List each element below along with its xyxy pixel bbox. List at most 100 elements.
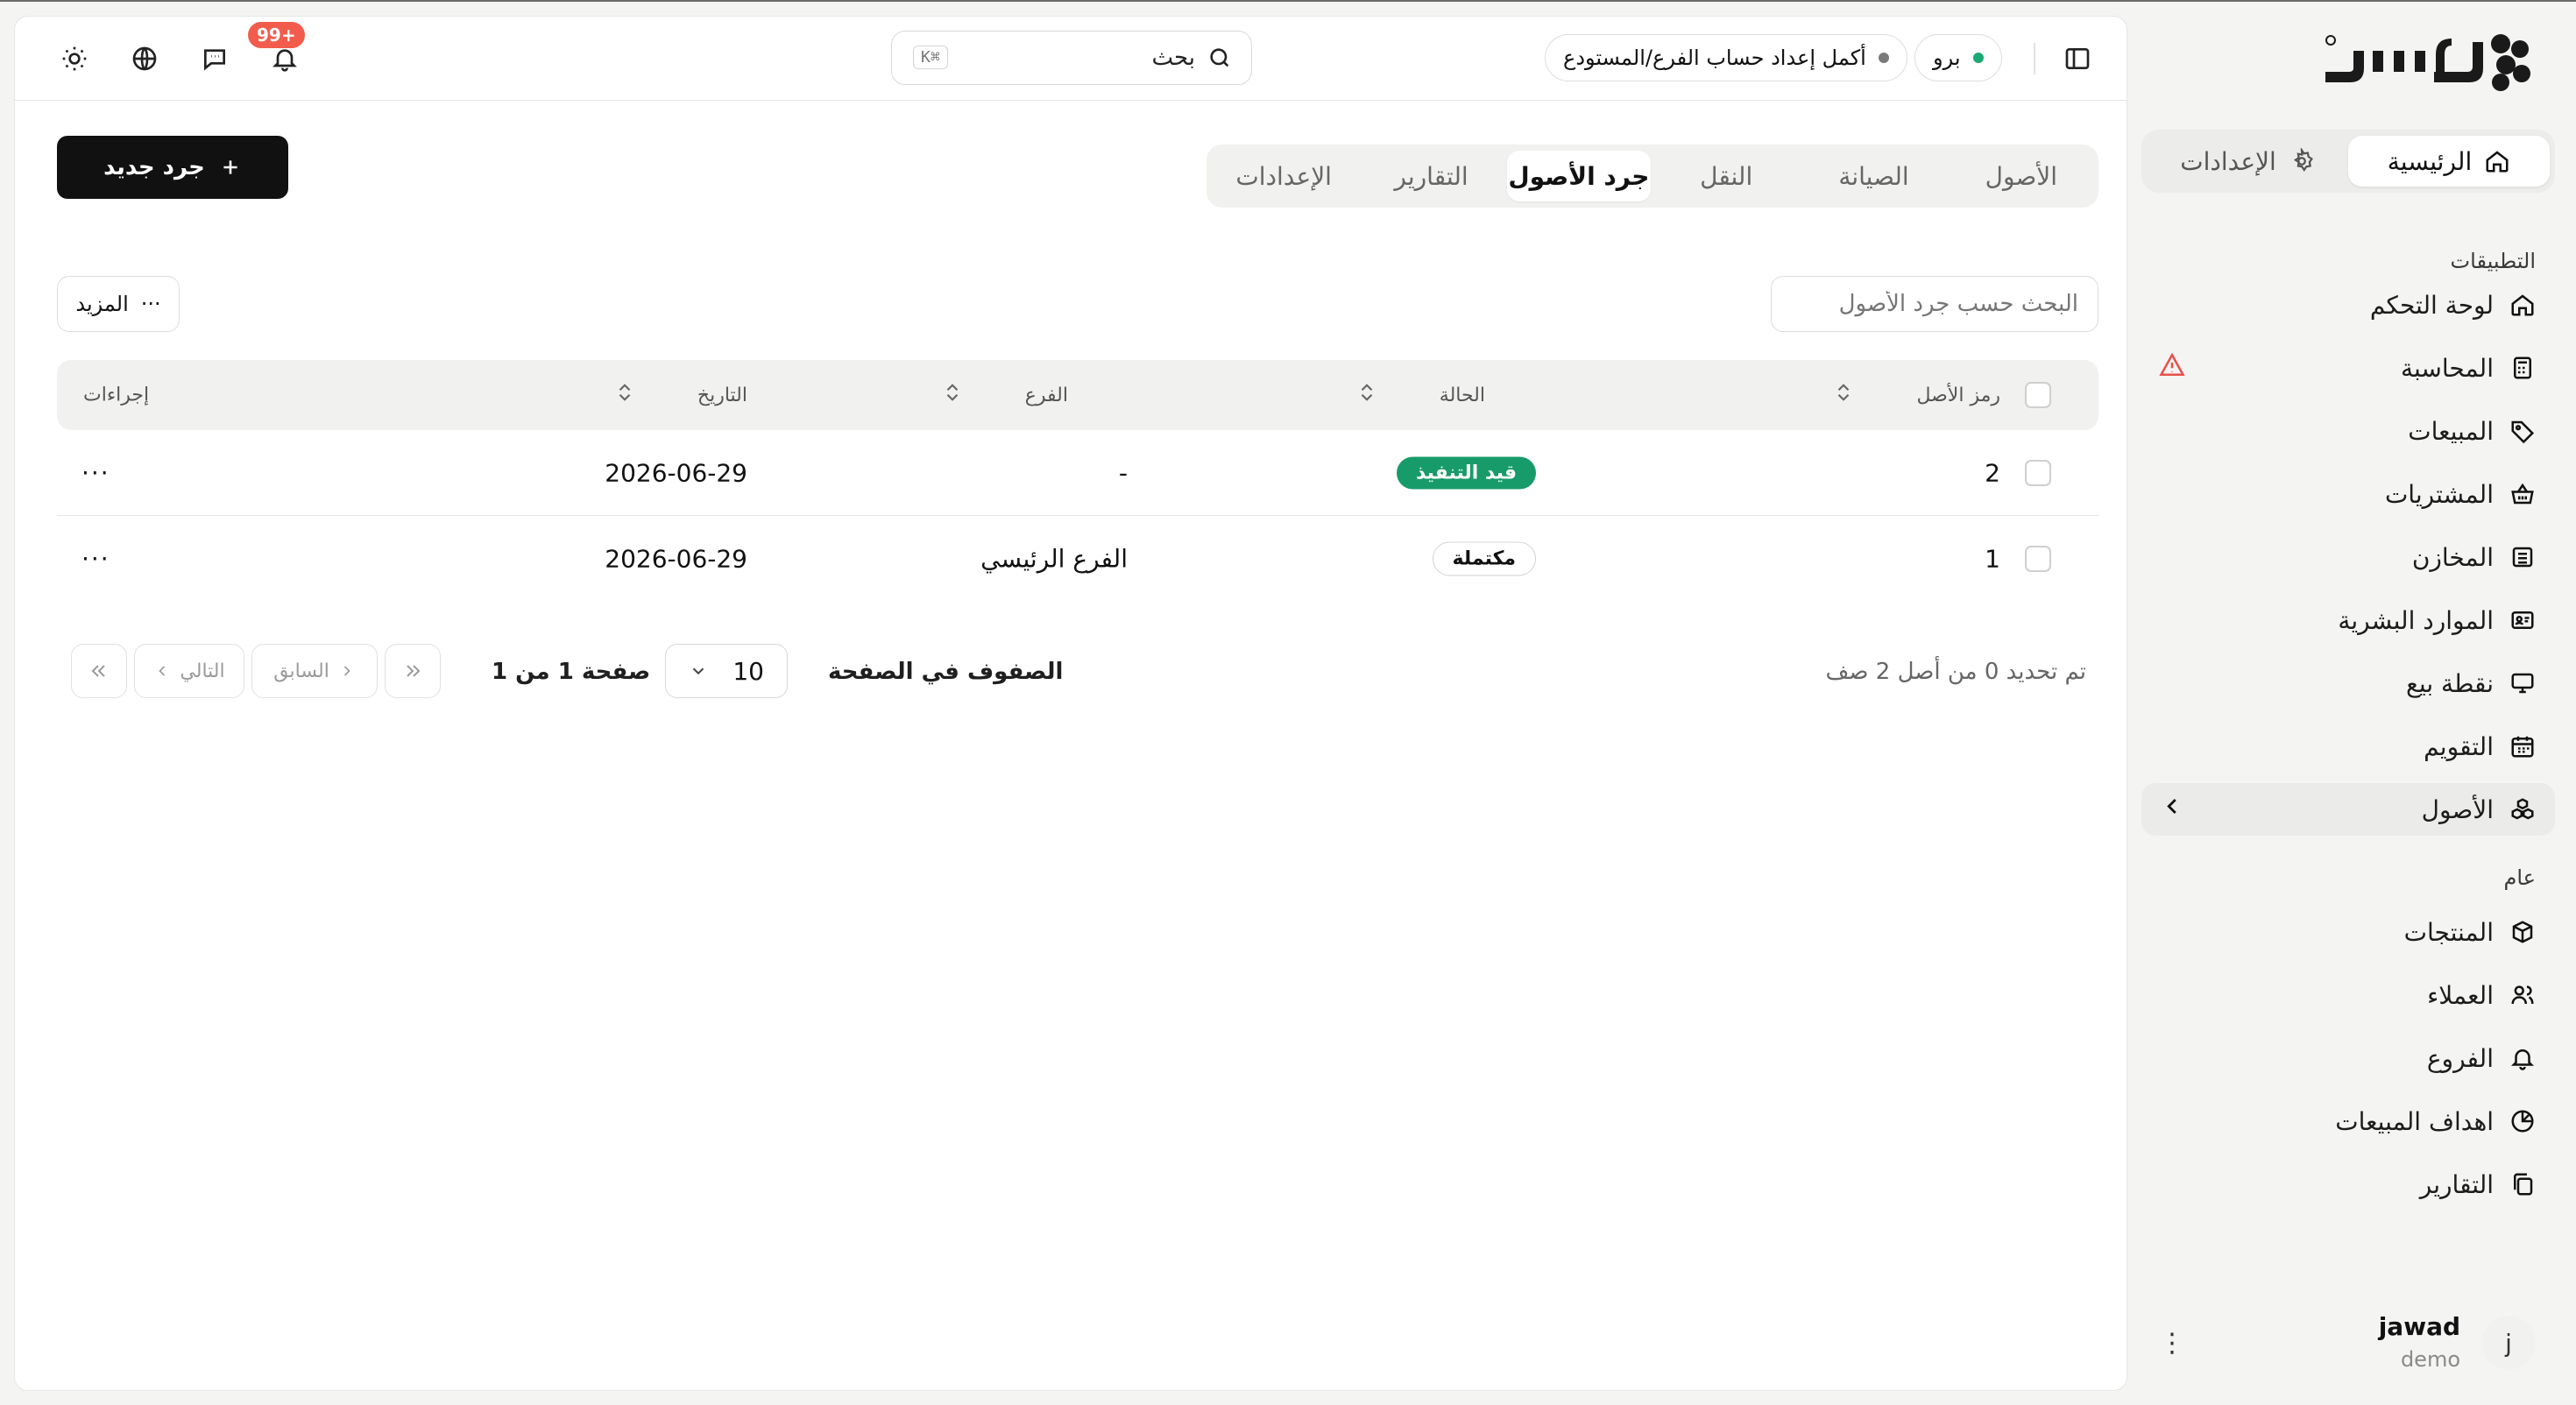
page-info: صفحة 1 من 1: [492, 659, 651, 685]
segment-home[interactable]: الرئيسية: [2348, 136, 2550, 187]
sidebar-item-calendar[interactable]: التقويم: [2141, 720, 2555, 773]
cell-date: 2026-06-29: [605, 544, 747, 574]
sidebar-item-reports[interactable]: التقارير: [2141, 1158, 2555, 1211]
online-dot: [1972, 53, 1984, 63]
tab-reports[interactable]: التقارير: [1359, 151, 1503, 201]
sidebar-item-label: التقارير: [2419, 1169, 2494, 1199]
tab-asset-inventory[interactable]: جرد الأصول: [1506, 151, 1652, 201]
select-all-checkbox[interactable]: [2025, 382, 2051, 408]
boxes-icon: [2511, 798, 2534, 820]
search-shortcut: ⌘K: [913, 46, 948, 69]
sidebar-item-products[interactable]: المنتجات: [2141, 906, 2555, 958]
setup-account-pill[interactable]: أكمل إعداد حساب الفرع/المستودع: [1545, 34, 1907, 81]
sidebar-item-purchases[interactable]: المشتريات: [2141, 468, 2555, 520]
sort-icon: [617, 383, 633, 407]
sidebar-item-warehouses[interactable]: المخازن: [2141, 531, 2555, 583]
chevrons-left-icon: [91, 665, 105, 677]
row-actions-menu-icon[interactable]: ···: [81, 545, 110, 574]
next-page-button[interactable]: التالي: [134, 644, 244, 698]
chevron-down-icon: [692, 667, 704, 675]
general-nav: المنتجات العملاء الفروع اهداف المبيعات ا…: [2141, 906, 2555, 1221]
notifications-badge: +99: [248, 22, 305, 48]
row-checkbox[interactable]: [2025, 459, 2051, 486]
segment-settings[interactable]: الإعدادات: [2147, 136, 2348, 187]
tag-icon: [2511, 420, 2535, 444]
table-row[interactable]: 2 قيد التنفيذ - 2026-06-29 ···: [57, 430, 2098, 516]
apps-section-title: التطبيقات: [2450, 249, 2536, 273]
chevron-left-icon[interactable]: [2159, 794, 2185, 826]
first-page-button[interactable]: [385, 644, 441, 698]
rows-per-page-value: 10: [732, 656, 764, 686]
globe-icon[interactable]: [127, 41, 162, 76]
selection-info: تم تحديد 0 من أصل 2 صف: [1825, 659, 2087, 685]
col-status-header[interactable]: الحالة: [1359, 383, 1485, 407]
sidebar-item-label: اهداف المبيعات: [2335, 1106, 2494, 1136]
chevron-left-icon: [159, 666, 166, 676]
tab-maintenance[interactable]: الصيانة: [1801, 151, 1945, 201]
sidebar-item-assets[interactable]: الأصول: [2141, 783, 2555, 836]
sidebar-item-customers[interactable]: العملاء: [2141, 969, 2555, 1021]
more-label: المزيد: [75, 292, 129, 316]
new-inventory-button[interactable]: جرد جديد: [57, 136, 288, 199]
assets-tabs: الأصول الصيانة النقل جرد الأصول التقارير…: [1207, 145, 2098, 208]
sidebar-item-sales-targets[interactable]: اهداف المبيعات: [2141, 1095, 2555, 1147]
basket-icon: [2511, 483, 2534, 505]
search-label: بحث: [1151, 45, 1195, 71]
previous-label: السابق: [273, 660, 329, 682]
row-actions-menu-icon[interactable]: ···: [81, 458, 110, 487]
global-search[interactable]: بحث ⌘K: [891, 31, 1252, 85]
plan-pill[interactable]: برو: [1914, 34, 2002, 81]
rows-per-page-select[interactable]: 10: [665, 644, 788, 698]
sort-icon: [945, 383, 960, 407]
more-button[interactable]: ··· المزيد: [57, 276, 180, 332]
sidebar: الرئيسية الإعدادات التطبيقات لوحة التحكم…: [2127, 2, 2576, 1405]
sidebar-item-label: الموارد البشرية: [2338, 605, 2494, 635]
inventory-search-input[interactable]: [1771, 276, 2098, 332]
sidebar-item-hr[interactable]: الموارد البشرية: [2141, 594, 2555, 646]
tab-transfer[interactable]: النقل: [1654, 151, 1798, 201]
table-row[interactable]: 1 مكتملة الفرع الرئيسي 2026-06-29 ···: [57, 516, 2098, 602]
next-label: التالي: [180, 660, 225, 682]
col-branch-header[interactable]: الفرع: [945, 383, 1068, 407]
table-header: رمز الأصل الحالة الفرع التاريخ إجراءات: [57, 360, 2098, 430]
row-checkbox[interactable]: [2025, 546, 2051, 572]
sidebar-item-label: المنتجات: [2403, 917, 2494, 947]
tab-assets[interactable]: الأصول: [1950, 151, 2093, 201]
sidebar-item-label: لوحة التحكم: [2369, 290, 2494, 320]
more-dots-icon: ···: [140, 292, 161, 316]
previous-page-button[interactable]: السابق: [251, 644, 378, 698]
sidebar-item-label: نقطة بيع: [2406, 668, 2494, 698]
warehouse-icon: [2512, 547, 2533, 568]
user-menu-icon[interactable]: ⋮: [2159, 1328, 2185, 1359]
monitor-icon: [2511, 673, 2534, 694]
rows-per-page-label: الصفوف في الصفحة: [828, 659, 1064, 685]
col-code-header[interactable]: رمز الأصل: [1836, 383, 2000, 407]
sidebar-toggle-icon[interactable]: [2060, 41, 2095, 76]
last-page-button[interactable]: [71, 644, 127, 698]
sidebar-item-accounting[interactable]: المحاسبة: [2141, 342, 2555, 394]
sidebar-item-sales[interactable]: المبيعات: [2141, 405, 2555, 457]
sidebar-item-branches[interactable]: الفروع: [2141, 1032, 2555, 1084]
tab-settings[interactable]: الإعدادات: [1212, 151, 1355, 201]
header-divider: [2034, 43, 2035, 74]
users-icon: [2511, 985, 2534, 1005]
apps-nav: لوحة التحكم المحاسبة المبيعات المشتريات …: [2141, 279, 2555, 846]
col-date-header[interactable]: التاريخ: [617, 383, 747, 407]
general-section-title: عام: [2503, 865, 2537, 890]
sidebar-item-pos[interactable]: نقطة بيع: [2141, 657, 2555, 710]
setup-pill-label: أكمل إعداد حساب الفرع/المستودع: [1563, 46, 1866, 70]
chevron-right-icon: [343, 666, 350, 676]
target-icon: [2511, 1110, 2534, 1133]
user-card[interactable]: j jawad demo ⋮: [2141, 1309, 2555, 1379]
chat-icon[interactable]: [197, 41, 232, 76]
cell-code: 1: [1985, 544, 2000, 574]
main-panel: +99 بحث ⌘K أكمل إعداد حساب الفرع/المستود…: [14, 16, 2127, 1391]
brand-logo[interactable]: [2320, 25, 2530, 95]
sidebar-item-dashboard[interactable]: لوحة التحكم: [2141, 279, 2555, 331]
sidebar-item-label: الفروع: [2426, 1043, 2494, 1073]
calendar-icon: [2511, 736, 2534, 758]
plan-pill-label: برو: [1933, 46, 1961, 70]
theme-toggle-icon[interactable]: [57, 41, 92, 76]
sidebar-item-label: الأصول: [2421, 794, 2494, 824]
bell-icon: [2510, 1049, 2535, 1070]
